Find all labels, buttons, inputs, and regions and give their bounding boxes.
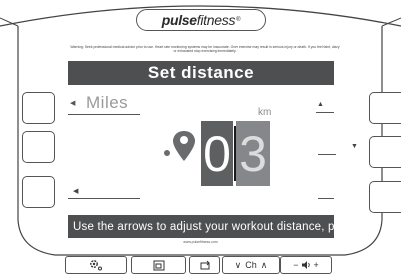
safety-warning: Warning: Seek professional medical advic…	[70, 45, 340, 54]
volume-plus-icon[interactable]: +	[314, 260, 319, 270]
brand-name-light: fitness	[196, 12, 236, 28]
map-pin-icon	[164, 131, 195, 161]
channel-up-icon[interactable]: ∧	[261, 260, 268, 271]
bottom-left-arrow-icon[interactable]: ◀	[73, 187, 78, 195]
settings-icon	[90, 260, 102, 271]
channel-label: Ch	[245, 260, 257, 270]
increase-line	[316, 112, 334, 113]
volume-control[interactable]: − +	[280, 256, 332, 274]
decrease-arrow-icon[interactable]: ▼	[351, 143, 358, 150]
volume-minus-icon[interactable]: −	[293, 260, 298, 270]
repeat-icon	[200, 260, 210, 269]
brand-trademark: ®	[236, 17, 241, 23]
window-icon	[153, 260, 164, 270]
window-button[interactable]	[131, 256, 186, 274]
decrease-line	[318, 154, 336, 155]
unit-option-label[interactable]: Miles	[86, 93, 128, 113]
unit-left-arrow-icon[interactable]: ◀	[70, 99, 75, 107]
screen-title: Set distance	[68, 61, 334, 85]
unit-underline	[68, 114, 140, 115]
distance-digit-ones: 3	[236, 121, 270, 186]
brand-name-bold: pulse	[161, 12, 197, 28]
left-soft-button-2[interactable]	[22, 131, 55, 163]
left-soft-button-3[interactable]	[22, 176, 55, 208]
repeat-button[interactable]	[189, 256, 220, 274]
increase-arrow-icon[interactable]: ▲	[317, 101, 324, 108]
display-screen: Set distance ◀ Miles km ▲ 0 3 ◀ ▶ Use th…	[68, 61, 334, 238]
footer-url: www.pulsefitness.com	[183, 240, 218, 244]
distance-digit-tens: 0	[201, 121, 233, 186]
bottom-left-line	[68, 198, 140, 199]
right-soft-button-1[interactable]	[369, 92, 401, 124]
channel-down-icon[interactable]: ∨	[235, 260, 242, 271]
brand-logo: pulse fitness ®	[136, 9, 266, 31]
channel-control[interactable]: ∨ Ch ∧	[222, 256, 280, 274]
settings-button[interactable]	[65, 256, 127, 274]
instruction-marquee: Use the arrows to adjust your workout di…	[68, 215, 334, 238]
unit-secondary-label: km	[258, 107, 272, 118]
left-soft-button-1[interactable]	[22, 92, 55, 124]
right-soft-button-3[interactable]	[369, 181, 401, 213]
right-soft-button-2[interactable]	[369, 136, 401, 168]
volume-icon	[301, 261, 310, 269]
bottom-right-line	[318, 198, 334, 199]
